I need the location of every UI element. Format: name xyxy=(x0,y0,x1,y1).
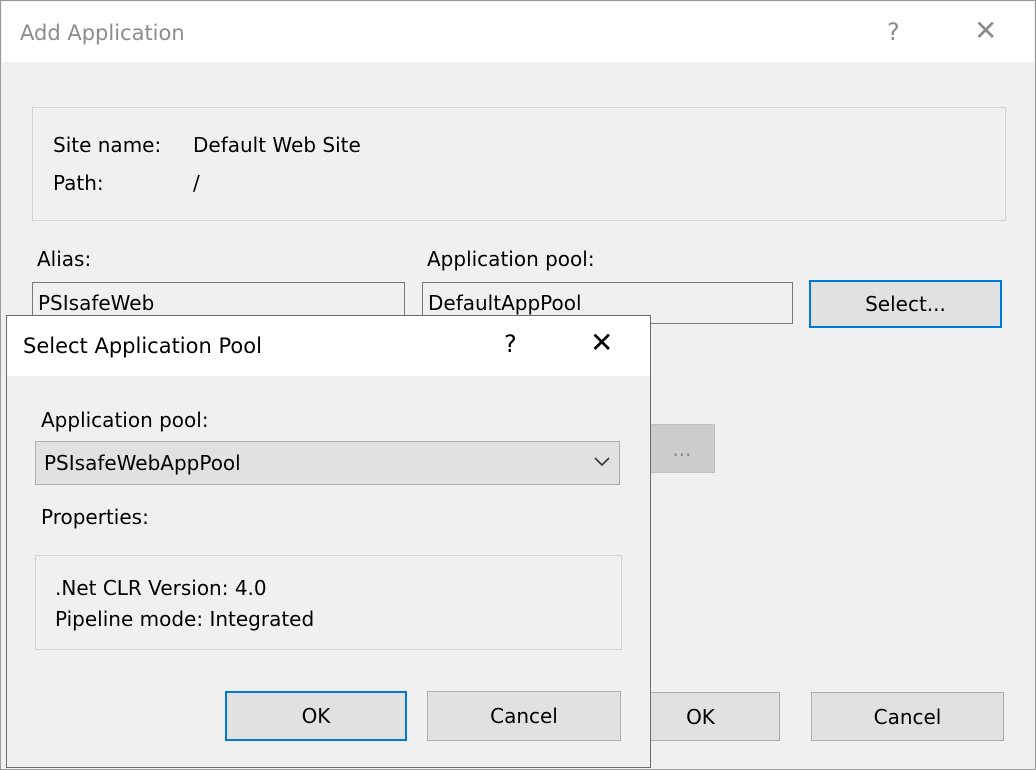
ok-button[interactable]: OK xyxy=(225,691,407,741)
add-application-titlebar[interactable]: Add Application ? ✕ xyxy=(2,2,1034,62)
alias-value: PSIsafeWeb xyxy=(38,291,155,315)
browse-physical-path-button[interactable]: ... xyxy=(649,424,715,473)
path-label: Path: xyxy=(53,171,104,195)
chevron-down-icon xyxy=(594,457,610,467)
application-pool-label: Application pool: xyxy=(41,408,209,432)
alias-label: Alias: xyxy=(37,247,92,271)
select-app-pool-button[interactable]: Select... xyxy=(809,280,1002,328)
pipeline-mode-text: Pipeline mode: Integrated xyxy=(55,607,315,631)
properties-label: Properties: xyxy=(41,505,149,529)
outer-cancel-button[interactable]: Cancel xyxy=(811,692,1004,741)
site-name-label: Site name: xyxy=(53,133,162,157)
dialog-title: Add Application xyxy=(20,21,185,45)
close-icon[interactable]: ✕ xyxy=(590,326,613,359)
select-app-pool-titlebar[interactable]: Select Application Pool ? ✕ xyxy=(7,316,650,376)
application-pool-selected: PSIsafeWebAppPool xyxy=(44,451,241,475)
site-info-box xyxy=(32,107,1006,221)
path-value: / xyxy=(193,171,200,195)
dialog-title: Select Application Pool xyxy=(23,334,262,358)
help-icon[interactable]: ? xyxy=(887,18,900,46)
site-name-value: Default Web Site xyxy=(193,133,361,157)
cancel-button[interactable]: Cancel xyxy=(427,691,621,741)
application-pool-label: Application pool: xyxy=(427,247,595,271)
application-pool-value: DefaultAppPool xyxy=(428,291,582,315)
help-icon[interactable]: ? xyxy=(504,330,517,358)
application-pool-dropdown[interactable]: PSIsafeWebAppPool xyxy=(35,441,620,485)
properties-box: .Net CLR Version: 4.0 Pipeline mode: Int… xyxy=(35,555,622,650)
clr-version-text: .Net CLR Version: 4.0 xyxy=(55,576,267,600)
close-icon[interactable]: ✕ xyxy=(974,14,997,47)
select-application-pool-dialog: Select Application Pool ? ✕ Application … xyxy=(6,315,651,768)
